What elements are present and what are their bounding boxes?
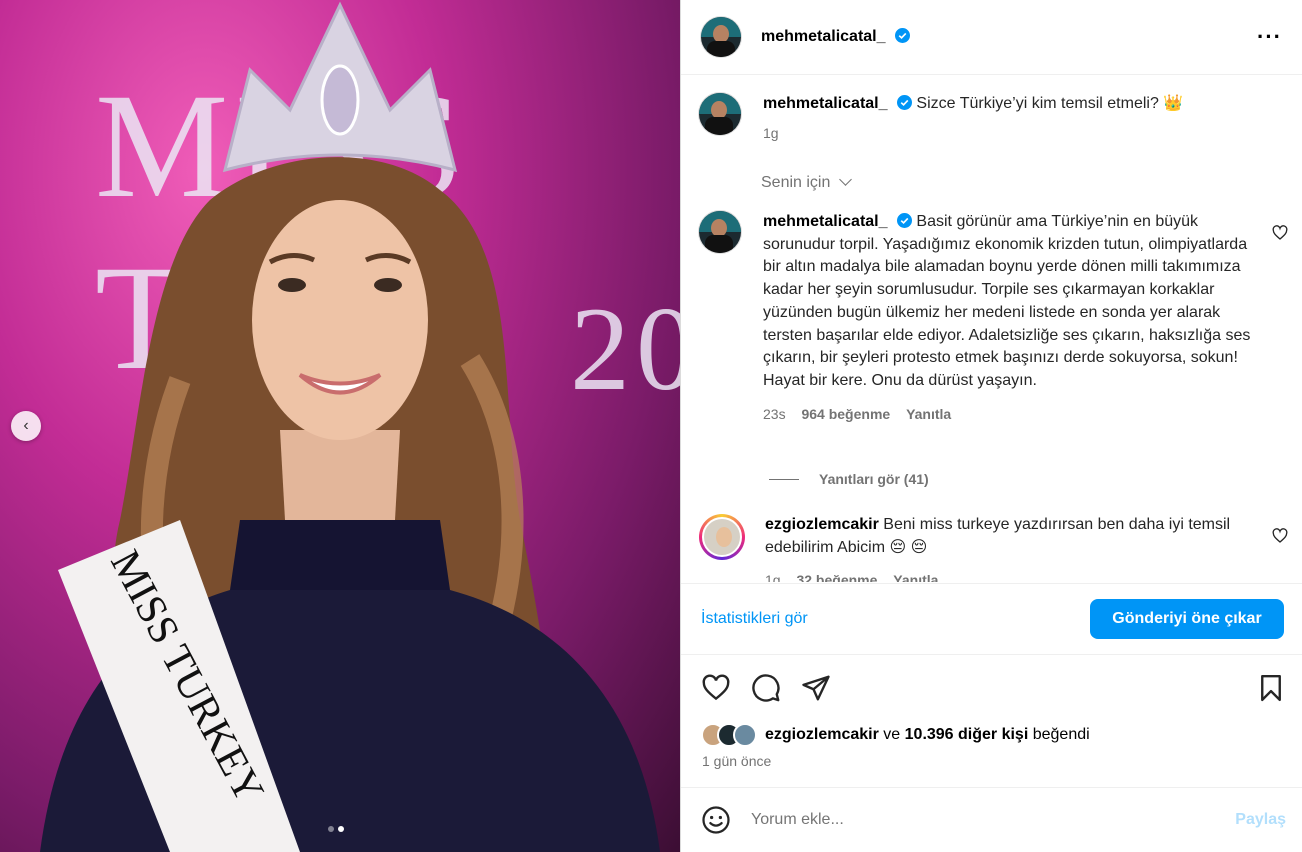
save-bookmark-icon[interactable] [1256, 673, 1286, 703]
comment-composer: Paylaş [681, 787, 1302, 852]
post-timestamp[interactable]: 1 gün önce [702, 753, 771, 769]
comment-filter-dropdown[interactable]: Senin için [761, 173, 852, 192]
carousel-dots [328, 826, 344, 832]
comment-item: mehmetalicatal_ Basit görünür ama Türkiy… [699, 211, 1288, 425]
comments-scroll-area[interactable]: mehmetalicatal_ Sizce Türkiye’yi kim tem… [681, 76, 1302, 582]
view-insights-link[interactable]: İstatistikleri gör [701, 610, 808, 628]
comment-avatar-story-ring[interactable] [699, 514, 745, 560]
reply-button[interactable]: Yanıtla [893, 572, 938, 582]
post-comment-button[interactable]: Paylaş [1235, 811, 1286, 829]
action-bar [701, 670, 1286, 706]
view-replies-button[interactable]: Yanıtları gör (41) [769, 471, 929, 487]
post-header: mehmetalicatal_ ··· [681, 0, 1302, 75]
like-comment-heart-icon[interactable] [1272, 528, 1288, 544]
emoji-picker-icon[interactable] [701, 805, 731, 835]
reply-button[interactable]: Yanıtla [906, 406, 951, 422]
caption-text: Sizce Türkiye’yi kim temsil etmeli? 👑 [916, 95, 1184, 112]
comment-likes[interactable]: 32 beğenme [796, 572, 877, 582]
like-comment-heart-icon[interactable] [1272, 225, 1288, 241]
verified-badge-icon [896, 213, 912, 228]
comment-filter-label: Senin için [761, 174, 831, 191]
caption-row: mehmetalicatal_ Sizce Türkiye’yi kim tem… [699, 93, 1288, 144]
verified-badge-icon [896, 95, 912, 110]
verified-badge-icon [894, 28, 910, 43]
chevron-down-icon [838, 173, 852, 186]
more-options-icon[interactable]: ··· [1257, 24, 1282, 50]
likes-summary[interactable]: ezgiozlemcakir ve 10.396 diğer kişi beğe… [701, 723, 1090, 747]
post-media[interactable]: MISS TU 20 MISS TURKEY ‹ [0, 0, 680, 852]
comment-username[interactable]: ezgiozlemcakir [765, 516, 879, 533]
caption-avatar[interactable] [699, 93, 741, 135]
boost-post-button[interactable]: Gönderiyi öne çıkar [1090, 599, 1284, 639]
post-dialog: MISS TU 20 MISS TURKEY ‹ [0, 0, 1302, 852]
comment-bubble-icon[interactable] [751, 673, 781, 703]
comment-time[interactable]: 23s [763, 406, 786, 422]
post-details-panel: mehmetalicatal_ ··· mehmetalicatal_ Sizc… [680, 0, 1302, 852]
likes-connector: ve [883, 726, 901, 743]
share-send-icon[interactable] [801, 673, 831, 703]
liker-avatars [701, 723, 757, 747]
comment-input[interactable] [751, 811, 1236, 829]
caption-username[interactable]: mehmetalicatal_ [763, 95, 888, 112]
carousel-dot-active [338, 826, 344, 832]
carousel-dot [328, 826, 334, 832]
author-username[interactable]: mehmetalicatal_ [761, 28, 910, 46]
likes-suffix: beğendi [1032, 726, 1090, 743]
post-photo: MISS TURKEY [40, 1, 660, 852]
comment-username[interactable]: mehmetalicatal_ [763, 213, 888, 230]
comment-item: ezgiozlemcakir Beni miss turkeye yazdırı… [699, 514, 1288, 582]
previous-slide-button[interactable]: ‹ [11, 411, 41, 441]
comment-text: Basit görünür ama Türkiye’nin en büyük s… [763, 213, 1251, 389]
comment-avatar[interactable] [699, 211, 741, 253]
first-liker-username[interactable]: ezgiozlemcakir [765, 726, 879, 744]
promotion-bar: İstatistikleri gör Gönderiyi öne çıkar [681, 583, 1302, 655]
likes-others-count[interactable]: 10.396 diğer kişi [905, 726, 1029, 744]
comment-time[interactable]: 1g [765, 572, 781, 582]
author-avatar[interactable] [701, 17, 741, 57]
caption-time[interactable]: 1g [763, 125, 779, 141]
like-heart-icon[interactable] [701, 673, 731, 703]
comment-likes[interactable]: 964 beğenme [801, 406, 890, 422]
